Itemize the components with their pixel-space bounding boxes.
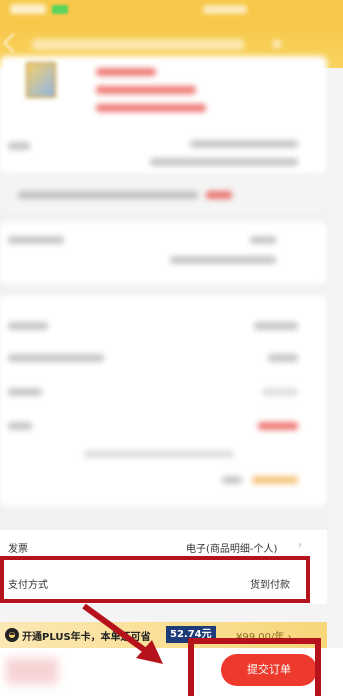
annotation-arrow <box>82 603 163 664</box>
